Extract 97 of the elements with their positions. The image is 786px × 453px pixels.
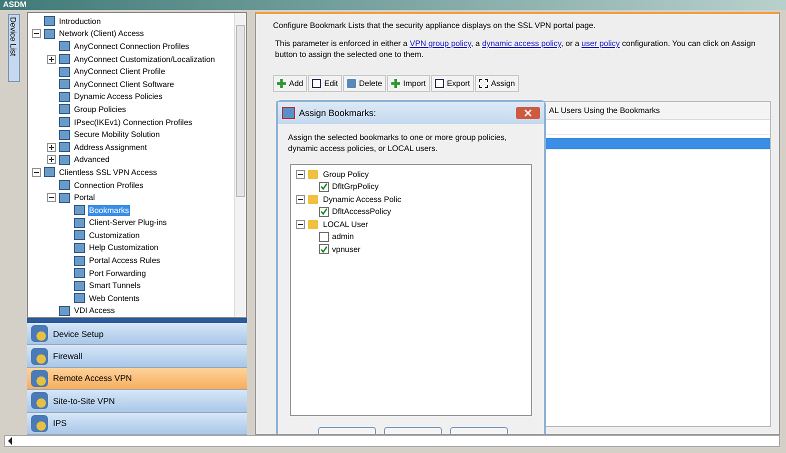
tree-item[interactable]: Address Assignment xyxy=(73,142,148,153)
tree-item[interactable]: Portal Access Rules xyxy=(88,255,162,266)
vertical-scrollbar[interactable] xyxy=(234,13,246,318)
folder-icon xyxy=(308,194,318,204)
checkbox[interactable] xyxy=(319,206,329,217)
tree-item[interactable]: Introduction xyxy=(58,16,102,27)
tree-item[interactable]: DfltAccessPolicy xyxy=(332,207,392,216)
nav-button[interactable]: Remote Access VPN xyxy=(27,368,247,390)
checkbox[interactable] xyxy=(319,232,329,242)
page-icon xyxy=(74,268,85,278)
tree-item[interactable]: Connection Profiles xyxy=(73,180,144,191)
collapse-icon[interactable] xyxy=(32,168,41,177)
collapse-icon[interactable] xyxy=(47,193,56,202)
toolbar-button[interactable]: Add xyxy=(273,75,308,92)
tree-item[interactable]: vpnuser xyxy=(332,244,360,254)
window-title: ASDM xyxy=(3,1,27,9)
tree-item[interactable]: Group Policies xyxy=(73,104,128,115)
page-icon xyxy=(74,293,85,304)
tree-item[interactable]: AnyConnect Customization/Localization xyxy=(73,54,216,65)
toolbar-button[interactable]: Import xyxy=(387,75,430,92)
tree-item[interactable]: LOCAL User xyxy=(323,220,368,229)
collapse-icon[interactable] xyxy=(296,194,305,204)
tree-item[interactable]: Port Forwarding xyxy=(88,268,147,279)
page-icon xyxy=(74,205,85,216)
page-icon xyxy=(59,79,70,90)
tree-item[interactable]: Help Customization xyxy=(88,242,160,254)
tree-item[interactable]: Web Contents xyxy=(88,292,141,304)
device-list-tab[interactable]: Device List xyxy=(8,14,20,82)
horizontal-scrollbar[interactable] xyxy=(4,435,780,447)
checkbox[interactable] xyxy=(319,182,329,192)
window-icon xyxy=(282,107,295,119)
page-icon xyxy=(59,41,70,52)
close-icon[interactable] xyxy=(516,107,540,119)
collapse-icon[interactable] xyxy=(32,29,41,38)
heading-text: Configure Bookmark Lists that the security appliance displays on the SSL VPN portal page. xyxy=(273,20,597,31)
page-icon xyxy=(59,154,70,165)
tree-item[interactable]: VDI Access xyxy=(73,305,116,316)
page-icon xyxy=(44,28,55,39)
tree-item[interactable]: IPsec(IKEv1) Connection Profiles xyxy=(73,116,194,128)
folder-icon xyxy=(308,220,318,229)
expand-icon[interactable] xyxy=(47,54,56,64)
link[interactable]: dynamic access policy xyxy=(482,39,562,48)
tree-item[interactable]: Customization xyxy=(88,230,141,241)
page-icon xyxy=(59,104,70,114)
tree-item[interactable]: Advanced xyxy=(73,154,111,166)
page-icon xyxy=(74,242,85,253)
page-icon xyxy=(59,117,70,128)
toolbar-button[interactable]: Export xyxy=(430,75,474,92)
tree-item[interactable]: admin xyxy=(332,232,354,242)
expand-icon[interactable] xyxy=(47,155,56,164)
tree-item[interactable]: AnyConnect Connection Profiles xyxy=(73,40,190,52)
scroll-left-arrow-icon[interactable] xyxy=(7,437,13,445)
tree-item[interactable]: Group Policy xyxy=(323,170,369,179)
page-icon xyxy=(59,130,70,140)
description-text: This parameter is enforced in either a VPN group policy, a dynamic access policy, or a user policy configuration. You can click on Assign button to assign the selected one to them. xyxy=(274,38,756,60)
page-icon xyxy=(74,280,85,291)
link[interactable]: VPN group policy xyxy=(410,39,471,48)
checkbox[interactable] xyxy=(319,244,329,254)
page-icon xyxy=(59,92,70,102)
page-icon xyxy=(74,230,85,240)
table-row[interactable] xyxy=(545,138,770,150)
page-icon xyxy=(59,66,70,77)
nav-button[interactable]: Firewall xyxy=(27,345,247,368)
tree-item[interactable]: Client-Server Plug-ins xyxy=(88,217,168,228)
tree-item[interactable]: Dynamic Access Policies xyxy=(73,91,164,102)
tree-item[interactable]: AnyConnect Client Software xyxy=(73,78,176,90)
page-icon xyxy=(44,16,55,26)
nav-button[interactable]: Site-to-Site VPN xyxy=(27,390,247,413)
nav-button[interactable]: Device Setup xyxy=(27,322,247,346)
page-icon xyxy=(59,192,70,203)
tree-item[interactable]: Dynamic Access Polic xyxy=(323,194,402,204)
tree-item[interactable]: Secure Mobility Solution xyxy=(73,129,161,140)
page-icon xyxy=(74,256,85,266)
expand-icon[interactable] xyxy=(47,142,56,152)
tree-item[interactable]: Network (Client) Access xyxy=(58,28,145,40)
toolbar-button[interactable]: Assign xyxy=(474,75,519,92)
page-icon xyxy=(59,180,70,190)
page-icon xyxy=(74,218,85,228)
tree-item[interactable]: Portal xyxy=(73,192,96,204)
splitter-handle[interactable] xyxy=(27,318,247,323)
tree-item[interactable]: Smart Tunnels xyxy=(88,280,142,292)
dialog-title: Assign Bookmarks: xyxy=(299,108,378,118)
tree-item[interactable]: Clientless SSL VPN Access xyxy=(58,166,158,178)
folder-icon xyxy=(308,170,318,179)
tree-item[interactable]: DfltGrpPolicy xyxy=(332,182,379,192)
page-icon xyxy=(59,142,70,152)
collapse-icon[interactable] xyxy=(296,220,305,229)
page-icon xyxy=(59,306,70,316)
link[interactable]: user policy xyxy=(582,39,620,48)
dialog-message: Assign the selected bookmarks to one or more group policies, dynamic access policies, or LOCAL users. xyxy=(287,132,508,154)
page-icon xyxy=(59,54,70,64)
nav-button[interactable]: IPS xyxy=(27,412,247,436)
tree-item[interactable]: AnyConnect Client Profile xyxy=(73,66,166,78)
collapse-icon[interactable] xyxy=(296,170,305,179)
toolbar-button[interactable]: Edit xyxy=(308,75,342,92)
toolbar-button[interactable]: Delete xyxy=(343,75,386,92)
page-icon xyxy=(44,167,55,178)
